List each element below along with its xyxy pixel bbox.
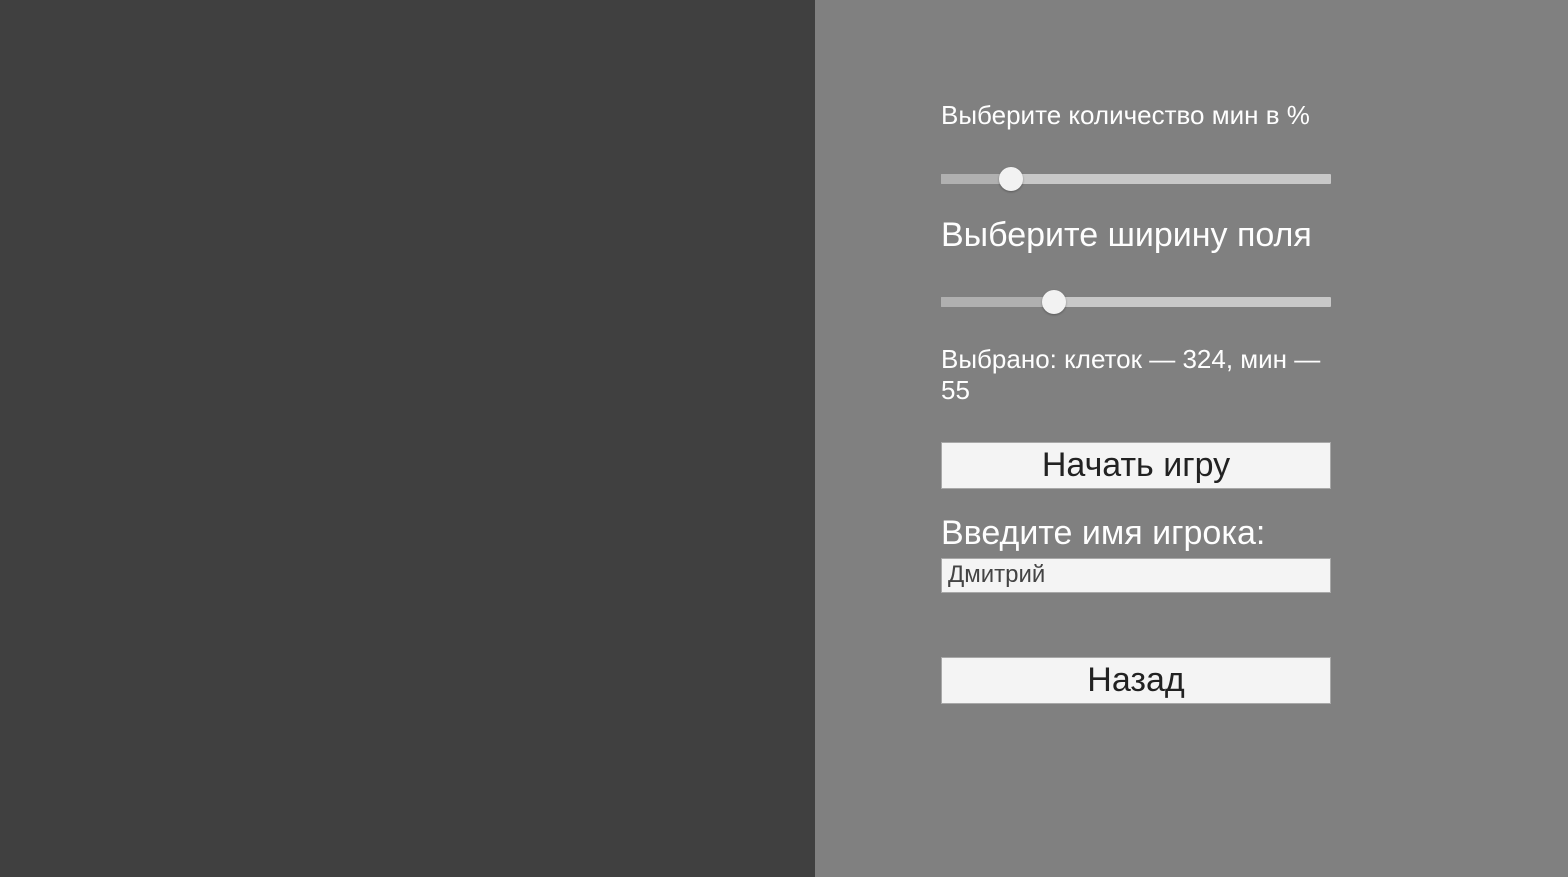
start-game-button[interactable]: Начать игру: [941, 442, 1331, 489]
mines-percent-label: Выберите количество мин в %: [941, 100, 1331, 131]
player-name-label: Введите имя игрока:: [941, 513, 1331, 554]
mines-percent-slider[interactable]: [941, 167, 1331, 191]
slider-thumb-icon[interactable]: [1042, 290, 1066, 314]
selection-summary: Выбрано: клеток — 324, мин — 55: [941, 344, 1331, 406]
settings-panel: Выберите количество мин в % Выберите шир…: [815, 0, 1568, 877]
player-name-input[interactable]: [941, 558, 1331, 593]
game-board-area: [0, 0, 815, 877]
slider-thumb-icon[interactable]: [999, 167, 1023, 191]
field-width-label: Выберите ширину поля: [941, 215, 1331, 256]
slider-fill: [941, 297, 1054, 307]
back-button[interactable]: Назад: [941, 657, 1331, 704]
field-width-slider[interactable]: [941, 290, 1331, 314]
